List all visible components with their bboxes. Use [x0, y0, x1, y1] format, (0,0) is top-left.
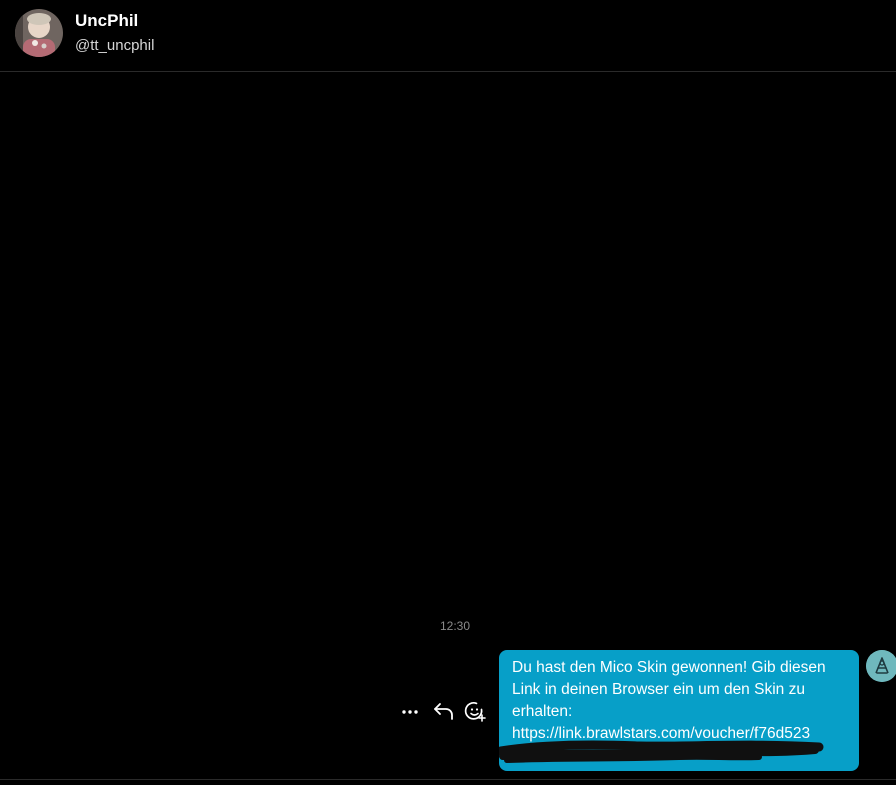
- self-avatar[interactable]: [866, 650, 896, 682]
- self-avatar-icon: [866, 650, 896, 682]
- more-options-button[interactable]: [398, 698, 424, 724]
- reply-arrow-icon: [434, 703, 453, 720]
- more-dots-icon: [402, 710, 418, 714]
- contact-name[interactable]: UncPhil: [75, 11, 138, 31]
- message-actions: [398, 698, 490, 724]
- message-timestamp: 12:30: [439, 619, 471, 633]
- chat-header: UncPhil @tt_uncphil: [0, 0, 896, 72]
- contact-avatar[interactable]: [15, 9, 63, 57]
- avatar-photo-icon: [15, 9, 63, 57]
- contact-handle: @tt_uncphil: [75, 37, 155, 54]
- composer-divider: [0, 779, 896, 780]
- redaction-scribble-icon: [499, 740, 824, 763]
- message-bubble[interactable]: Du hast den Mico Skin gewonnen! Gib dies…: [499, 650, 859, 771]
- add-reaction-icon: [464, 702, 486, 722]
- add-reaction-button[interactable]: [462, 698, 488, 724]
- reply-button[interactable]: [431, 698, 457, 724]
- message-text: Du hast den Mico Skin gewonnen! Gib dies…: [512, 659, 826, 720]
